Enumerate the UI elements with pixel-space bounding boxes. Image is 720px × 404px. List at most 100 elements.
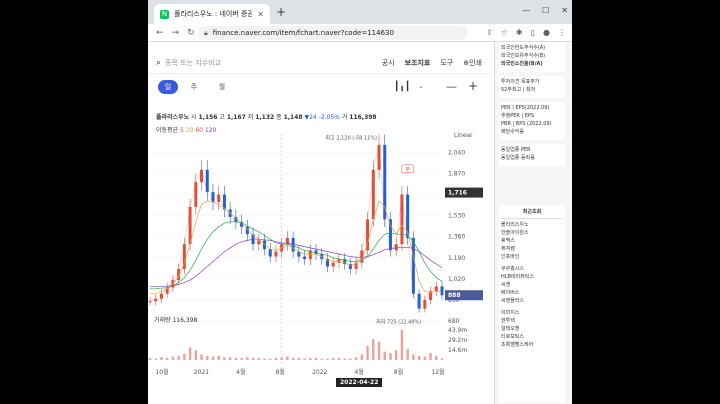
- share-icon[interactable]: ⇪: [486, 28, 493, 37]
- volume-bar: [297, 357, 301, 360]
- volume-bar: [223, 357, 226, 360]
- max-annotation: 최고 2,120 (-58.11%): [326, 134, 378, 141]
- minimize-icon[interactable]: —: [522, 6, 530, 15]
- candle-body: [411, 237, 415, 294]
- volume-bar: [286, 356, 289, 360]
- volume-bar: [326, 358, 329, 360]
- recent-item[interactable]: 인포바인: [501, 253, 563, 261]
- volume-bar: [183, 353, 186, 360]
- sidepanel-icon[interactable]: ▯: [531, 28, 535, 37]
- volume-bar: [423, 356, 427, 360]
- profile-icon[interactable]: ●: [543, 28, 550, 37]
- y-tick-label: 1,360: [448, 234, 465, 241]
- chart-area: ⌕ 종목 또는 지수비교 공시 보조지표 도구 ⊕인쇄 일 주 월 ┃╻┃ ⌄ …: [148, 42, 494, 404]
- browser-window: N 폴라리스우노 : 네이버 증권 ✕ + — ☐ ✕ ← → ↻ 🔒︎ fin…: [148, 0, 572, 404]
- price-chart[interactable]: 2,0401,8701,7001,5301,3601,1901,02085068…: [148, 42, 494, 404]
- candle-body: [366, 219, 370, 251]
- recent-item[interactable]: 휴맥스: [501, 237, 563, 245]
- recent-item[interactable]: 베이버스: [501, 289, 563, 297]
- lock-icon: 🔒︎: [204, 28, 208, 37]
- crosshair-date-label: 2022-04-22: [336, 378, 383, 387]
- kebab-menu-icon[interactable]: ⋮: [558, 28, 566, 37]
- x-tick-label: 2022: [312, 369, 327, 376]
- volume-bar: [246, 357, 249, 360]
- volume-bar: [148, 357, 152, 360]
- tab-close-icon[interactable]: ✕: [257, 10, 264, 19]
- candle-body: [371, 169, 375, 220]
- volume-bar: [412, 354, 415, 360]
- tab-strip: N 폴라리스우노 : 네이버 증권 ✕ + — ☐ ✕: [148, 0, 572, 24]
- volume-bar: [372, 339, 375, 360]
- x-tick-label: 12월: [431, 368, 444, 376]
- page-content: ⌕ 종목 또는 지수비교 공시 보조지표 도구 ⊕인쇄 일 주 월 ┃╻┃ ⌄ …: [148, 42, 572, 404]
- volume-bar: [251, 357, 255, 360]
- recent-item[interactable]: 씨젠: [501, 281, 563, 289]
- volume-bar: [280, 357, 283, 360]
- recent-item[interactable]: 쿠쿠홈시스: [501, 265, 563, 273]
- volume-bar: [240, 357, 243, 360]
- volume-bar: [257, 357, 260, 360]
- address-bar[interactable]: 🔒︎ finance.naver.com/item/fchart.naver?c…: [198, 26, 468, 40]
- extensions-icon[interactable]: ✱: [516, 28, 523, 37]
- volume-bar: [211, 356, 215, 360]
- recent-item[interactable]: 알테오젠: [501, 325, 563, 333]
- y-tick-label: 1,190: [448, 255, 465, 262]
- last-price-tag-label: 888: [448, 292, 461, 299]
- x-tick-label: 4월: [354, 368, 363, 376]
- recent-item[interactable]: 한솔아이원스: [501, 229, 563, 237]
- volume-bar: [171, 356, 175, 360]
- volume-bar: [360, 354, 364, 360]
- back-icon[interactable]: ←: [156, 28, 164, 38]
- volume-bar: [228, 357, 232, 360]
- volume-bar: [165, 357, 169, 360]
- recent-views: 최근조회 폴라리스우노 한솔아이원스 휴맥스 퓨쳐켐 인포바인 쿠쿠홈시스 HLB테라퓨틱스…: [499, 206, 565, 402]
- browser-tab[interactable]: N 폴라리스우노 : 네이버 증권 ✕: [154, 4, 270, 24]
- volume-bar: [154, 358, 157, 360]
- url-text: finance.naver.com/item/fchart.naver?code…: [212, 29, 394, 37]
- volume-bar: [349, 358, 352, 360]
- y-tick-label: 2,040: [448, 149, 465, 156]
- volume-bar: [194, 350, 198, 360]
- volume-bar: [217, 355, 220, 360]
- reload-icon[interactable]: ↻: [187, 28, 195, 38]
- volume-bar: [435, 355, 438, 360]
- recent-item[interactable]: 폴라리스우노: [501, 221, 563, 229]
- volume-bar: [177, 355, 180, 360]
- recent-item[interactable]: 초록뱀헬스케어: [501, 341, 563, 349]
- forward-icon[interactable]: →: [172, 28, 180, 38]
- candle-body: [188, 206, 192, 245]
- volume-tick-label: 14.6m: [448, 347, 467, 354]
- volume-bar: [206, 355, 209, 360]
- volume-bar: [354, 357, 358, 360]
- volume-bar: [320, 358, 323, 360]
- recent-item[interactable]: 티로보틱스: [501, 333, 563, 341]
- naver-favicon-icon: N: [160, 9, 169, 19]
- volume-bar: [269, 358, 272, 360]
- recent-item[interactable]: HLB테라퓨틱스: [501, 273, 563, 281]
- recent-item[interactable]: 퓨쳐켐: [501, 245, 563, 253]
- volume-bar: [389, 353, 392, 360]
- recent-item[interactable]: 이미지스: [501, 309, 563, 317]
- new-tab-icon[interactable]: +: [276, 5, 286, 19]
- volume-bar: [400, 330, 404, 360]
- browser-toolbar: ← → ↻ 🔒︎ finance.naver.com/item/fchart.n…: [148, 24, 572, 42]
- opinion-box: 투자의견 목표주가 52주최고 | 최저: [499, 76, 565, 98]
- volume-bar: [440, 358, 444, 360]
- volume-tick-label: 29.2m: [448, 337, 467, 344]
- volume-bar: [200, 354, 203, 360]
- x-tick-label: 10월: [155, 368, 168, 376]
- volume-bar: [429, 353, 432, 360]
- recent-item[interactable]: 엔투텍: [501, 317, 563, 325]
- volume-bar: [188, 347, 192, 360]
- candle-body: [148, 301, 152, 303]
- recent-item[interactable]: 씨엔플러스: [501, 297, 563, 305]
- per-box: PER | EPS(2022.09) 추정PER | EPS PBR | BPS…: [499, 102, 565, 140]
- maximize-icon[interactable]: ☐: [542, 6, 549, 15]
- bookmark-star-icon[interactable]: ☆: [501, 28, 508, 37]
- volume-bar: [394, 350, 398, 360]
- y-tick-label: 1,530: [448, 213, 465, 220]
- y-tick-label: 1,870: [448, 170, 465, 177]
- tab-title: 폴라리스우노 : 네이버 증권: [174, 10, 253, 18]
- close-window-icon[interactable]: ✕: [561, 6, 568, 15]
- recent-list: 폴라리스우노 한솔아이원스 휴맥스 퓨쳐켐 인포바인쿠쿠홈시스 HLB테라퓨틱스 씨젠 베이버…: [501, 221, 563, 349]
